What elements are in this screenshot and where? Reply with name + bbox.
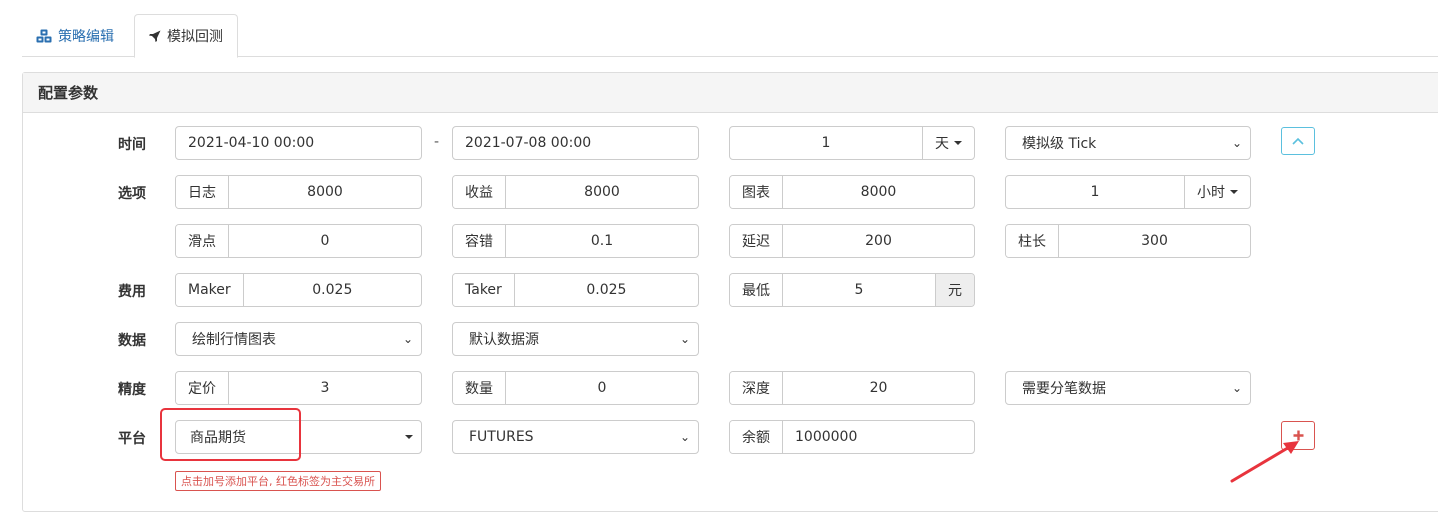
caret-down-icon — [405, 435, 413, 439]
tick-data-select[interactable]: 需要分笔数据 ⌄ — [1005, 371, 1251, 405]
balance-input[interactable]: 余额 1000000 — [729, 420, 975, 454]
interval-value-input[interactable]: 1 — [1006, 176, 1184, 208]
data-label: 数据 — [118, 333, 146, 349]
maker-fee-input[interactable]: Maker 0.025 — [175, 273, 422, 307]
period-value-input[interactable]: 1 — [730, 127, 922, 159]
delay-input[interactable]: 延迟 200 — [729, 224, 975, 258]
chevron-down-icon: ⌄ — [679, 332, 690, 346]
tab-label: 模拟回测 — [167, 29, 223, 45]
period-unit-dropdown[interactable]: 天 — [922, 127, 974, 159]
fees-label: 费用 — [118, 284, 146, 300]
price-precision-input[interactable]: 定价 3 — [175, 371, 422, 405]
start-time-input[interactable]: 2021-04-10 00:00 — [175, 126, 422, 160]
time-label: 时间 — [118, 137, 146, 153]
tick-mode-select[interactable]: 模拟级 Tick ⌄ — [1005, 126, 1251, 160]
interval-unit-dropdown[interactable]: 小时 — [1184, 176, 1250, 208]
precision-label: 精度 — [118, 382, 146, 398]
period-group: 1 天 — [729, 126, 975, 160]
collapse-button[interactable] — [1281, 127, 1315, 155]
rocket-icon — [149, 30, 161, 42]
market-select[interactable]: FUTURES ⌄ — [452, 420, 699, 454]
caret-down-icon — [1230, 190, 1238, 194]
depth-input[interactable]: 深度 20 — [729, 371, 975, 405]
end-time-input[interactable]: 2021-07-08 00:00 — [452, 126, 699, 160]
tab-strategy-edit[interactable]: 策略编辑 — [22, 14, 134, 57]
slippage-input[interactable]: 滑点 0 — [175, 224, 422, 258]
chevron-down-icon: ⌄ — [402, 332, 413, 346]
platform-hint: 点击加号添加平台, 红色标签为主交易所 — [175, 471, 381, 491]
annotation-arrow-icon — [1225, 436, 1305, 490]
tab-label: 策略编辑 — [58, 28, 114, 45]
exchange-highlight-box — [160, 408, 301, 461]
qty-precision-input[interactable]: 数量 0 — [452, 371, 699, 405]
chevron-up-icon — [1292, 133, 1304, 149]
data-source-select[interactable]: 默认数据源 ⌄ — [452, 322, 699, 356]
bar-length-input[interactable]: 柱长 300 — [1005, 224, 1251, 258]
min-fee-input[interactable]: 最低 5 元 — [729, 273, 975, 307]
panel-title: 配置参数 — [23, 73, 1438, 113]
date-separator: - — [434, 134, 440, 150]
tab-backtest[interactable]: 模拟回测 — [134, 14, 238, 58]
log-limit-input[interactable]: 日志 8000 — [175, 175, 422, 209]
tab-bar: 策略编辑 模拟回测 — [22, 14, 1438, 58]
chart-mode-select[interactable]: 绘制行情图表 ⌄ — [175, 322, 422, 356]
tolerance-input[interactable]: 容错 0.1 — [452, 224, 699, 258]
chevron-down-icon: ⌄ — [1231, 136, 1242, 150]
profit-limit-input[interactable]: 收益 8000 — [452, 175, 699, 209]
platform-label: 平台 — [118, 431, 146, 447]
taker-fee-input[interactable]: Taker 0.025 — [452, 273, 699, 307]
chevron-down-icon: ⌄ — [679, 430, 690, 444]
chevron-down-icon: ⌄ — [1231, 381, 1242, 395]
cubes-icon — [36, 29, 52, 43]
chart-limit-input[interactable]: 图表 8000 — [729, 175, 975, 209]
caret-down-icon — [954, 141, 962, 145]
options-label: 选项 — [118, 186, 146, 202]
interval-group: 1 小时 — [1005, 175, 1251, 209]
